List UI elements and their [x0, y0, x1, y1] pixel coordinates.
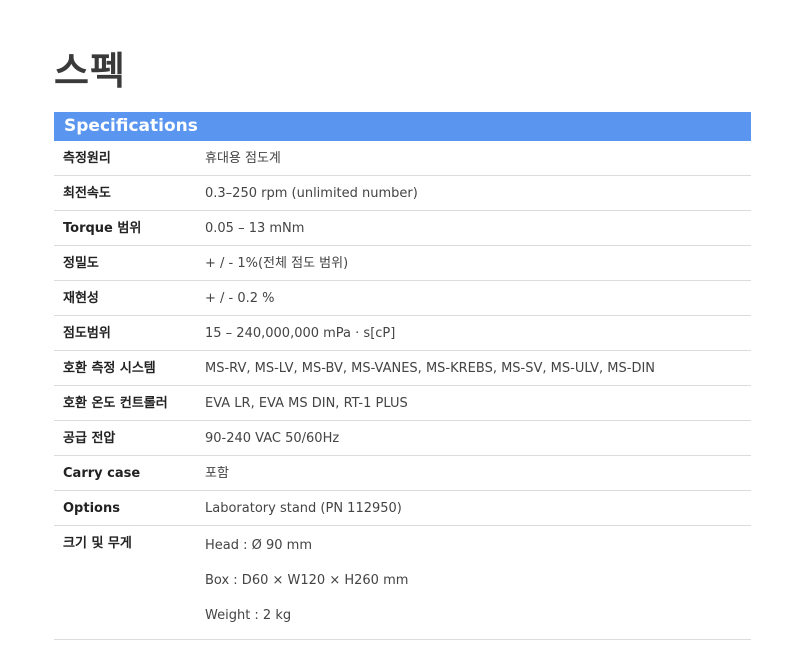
spec-value-box: Box : D60 × W120 × H260 mm: [205, 573, 409, 588]
spec-table: Specifications 측정원리 휴대용 점도계 최전속도 0.3–250…: [54, 112, 751, 640]
spec-row-supply-voltage: 공급 전압 90-240 VAC 50/60Hz: [54, 421, 751, 456]
spec-value: 90-240 VAC 50/60Hz: [205, 431, 340, 446]
spec-value: 0.05 – 13 mNm: [205, 221, 305, 236]
spec-value: 0.3–250 rpm (unlimited number): [205, 186, 418, 201]
spec-value: Laboratory stand (PN 112950): [205, 501, 402, 516]
spec-label: 크기 및 무게: [63, 536, 132, 551]
spec-value: 15 – 240,000,000 mPa · s[cP]: [205, 326, 396, 341]
spec-row-options: Options Laboratory stand (PN 112950): [54, 491, 751, 526]
spec-label: Carry case: [63, 466, 141, 481]
spec-value: 휴대용 점도계: [205, 151, 281, 166]
spec-row-measuring-systems: 호환 측정 시스템 MS-RV, MS-LV, MS-BV, MS-VANES,…: [54, 351, 751, 386]
spec-label: 점도범위: [63, 326, 111, 341]
spec-label: 재현성: [63, 291, 99, 306]
spec-row-carry-case: Carry case 포함: [54, 456, 751, 491]
spec-value-head: Head : Ø 90 mm: [205, 538, 313, 553]
spec-value: + / - 1%(전체 점도 범위): [205, 256, 349, 271]
spec-row-measurement-principle: 측정원리 휴대용 점도계: [54, 141, 751, 176]
spec-value-weight: Weight : 2 kg: [205, 608, 292, 623]
spec-label: Torque 범위: [63, 221, 142, 236]
spec-row-size-weight: 크기 및 무게 Head : Ø 90 mm Box : D60 × W120 …: [54, 526, 751, 640]
spec-row-torque-range: Torque 범위 0.05 – 13 mNm: [54, 211, 751, 246]
spec-label: 공급 전압: [63, 431, 116, 446]
spec-table-header: Specifications: [54, 112, 751, 141]
spec-value: 포함: [205, 466, 229, 481]
spec-label: 호환 측정 시스템: [63, 361, 156, 376]
spec-label: 최전속도: [63, 186, 111, 201]
spec-row-repeatability: 재현성 + / - 0.2 %: [54, 281, 751, 316]
spec-value-list: Head : Ø 90 mm Box : D60 × W120 × H260 m…: [205, 526, 751, 633]
spec-label: 정밀도: [63, 256, 99, 271]
page-title: 스펙: [54, 49, 126, 93]
spec-label: Options: [63, 501, 120, 516]
spec-row-viscosity-range: 점도범위 15 – 240,000,000 mPa · s[cP]: [54, 316, 751, 351]
spec-value: MS-RV, MS-LV, MS-BV, MS-VANES, MS-KREBS,…: [205, 361, 656, 376]
spec-row-accuracy: 정밀도 + / - 1%(전체 점도 범위): [54, 246, 751, 281]
spec-label: 측정원리: [63, 151, 111, 166]
spec-row-temperature-controllers: 호환 온도 컨트롤러 EVA LR, EVA MS DIN, RT-1 PLUS: [54, 386, 751, 421]
spec-row-rotation-speed: 최전속도 0.3–250 rpm (unlimited number): [54, 176, 751, 211]
spec-label: 호환 온도 컨트롤러: [63, 396, 168, 411]
spec-value: + / - 0.2 %: [205, 291, 275, 306]
spec-value: EVA LR, EVA MS DIN, RT-1 PLUS: [205, 396, 408, 411]
